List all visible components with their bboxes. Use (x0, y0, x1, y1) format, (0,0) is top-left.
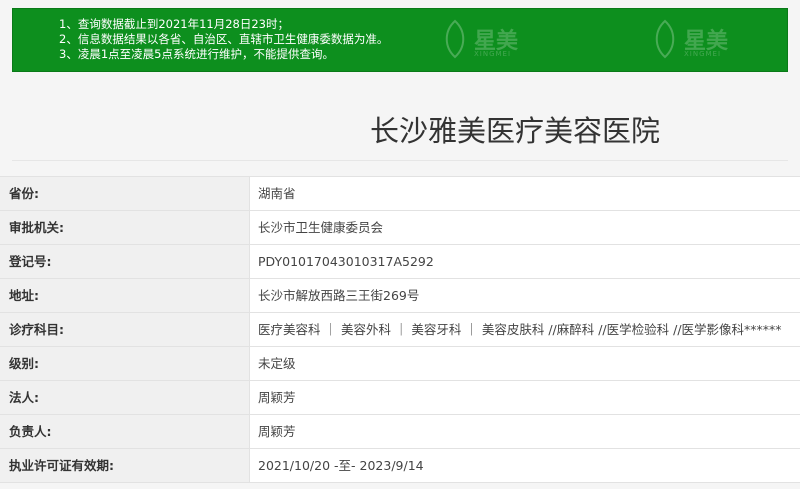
table-row: 地址: 长沙市解放西路三王街269号 (0, 279, 800, 313)
divider (12, 160, 788, 161)
row-label: 执业许可证有效期: (0, 449, 250, 482)
table-row: 诊疗科目: 医疗美容科 ｜ 美容外科 ｜ 美容牙科 ｜ 美容皮肤科 //麻醉科 … (0, 313, 800, 347)
row-value: PDY01017043010317A5292 (250, 245, 800, 278)
table-row: 执业许可证有效期: 2021/10/20 -至- 2023/9/14 (0, 449, 800, 483)
row-value: 湖南省 (250, 177, 800, 210)
row-label: 级别: (0, 347, 250, 380)
row-value: 周颖芳 (250, 381, 800, 414)
table-row: 级别: 未定级 (0, 347, 800, 381)
row-value: 周颖芳 (250, 415, 800, 448)
row-label: 登记号: (0, 245, 250, 278)
hospital-name: 长沙雅美医疗美容医院 (369, 114, 660, 148)
row-label: 地址: (0, 279, 250, 312)
notice-line: 3、凌晨1点至凌晨5点系统进行维护，不能提供查询。 (59, 47, 334, 61)
table-row: 负责人: 周颖芳 (0, 415, 800, 449)
row-value: 长沙市卫生健康委员会 (250, 211, 800, 244)
row-label: 法人: (0, 381, 250, 414)
notice-banner: 1、查询数据截止到2021年11月28日23时； 2、信息数据结果以各省、自治区… (12, 8, 788, 72)
row-label: 省份: (0, 177, 250, 210)
row-label: 负责人: (0, 415, 250, 448)
row-value: 未定级 (250, 347, 800, 380)
notice-line: 1、查询数据截止到2021年11月28日23时； (59, 17, 289, 31)
row-value: 医疗美容科 ｜ 美容外科 ｜ 美容牙科 ｜ 美容皮肤科 //麻醉科 //医学检验… (250, 313, 800, 346)
table-row: 省份: 湖南省 (0, 176, 800, 211)
row-label: 审批机关: (0, 211, 250, 244)
row-label: 诊疗科目: (0, 313, 250, 346)
row-value: 长沙市解放西路三王街269号 (250, 279, 800, 312)
table-row: 法人: 周颖芳 (0, 381, 800, 415)
notice-line: 2、信息数据结果以各省、自治区、直辖市卫生健康委数据为准。 (59, 32, 389, 46)
row-value: 2021/10/20 -至- 2023/9/14 (250, 449, 800, 482)
table-row: 登记号: PDY01017043010317A5292 (0, 245, 800, 279)
table-row: 审批机关: 长沙市卫生健康委员会 (0, 211, 800, 245)
details-table: 省份: 湖南省 审批机关: 长沙市卫生健康委员会 登记号: PDY0101704… (0, 176, 800, 483)
